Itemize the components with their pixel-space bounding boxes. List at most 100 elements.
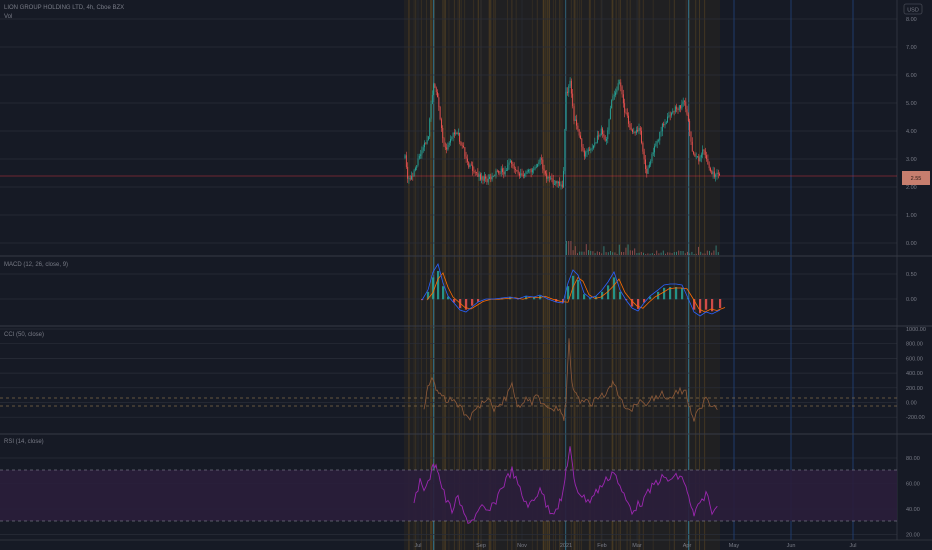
- price-axis-label: 0.00: [906, 401, 917, 407]
- highlight-bar: [652, 0, 654, 550]
- price-axis-label: 20.00: [906, 533, 920, 539]
- candle-body: [516, 170, 518, 171]
- candle-body: [706, 155, 707, 159]
- candle-body: [686, 109, 688, 115]
- candle-body: [590, 149, 592, 151]
- rsi-title[interactable]: RSI (14, close): [4, 439, 44, 445]
- candle-body: [551, 177, 553, 180]
- highlight-bar: [573, 0, 575, 550]
- volume-bar: [693, 254, 695, 255]
- trading-chart[interactable]: 2.55 8.00 7.00 6.00 5.00 4.00 3.00 2.00 1.00 0.0…: [0, 0, 932, 550]
- candle-body: [585, 152, 587, 157]
- candle-body: [715, 174, 717, 177]
- cci-title[interactable]: CCI (50, close): [4, 332, 44, 338]
- highlight-bar: [536, 0, 538, 550]
- volume-bar: [717, 252, 719, 255]
- highlight-bar: [545, 0, 546, 550]
- volume-bar: [579, 251, 581, 255]
- time-axis-label: Jul: [414, 543, 421, 549]
- candle-body: [493, 175, 494, 177]
- time-axis-label: Nov: [517, 543, 527, 549]
- candle-body: [495, 170, 497, 176]
- candle-body: [660, 131, 662, 133]
- volume-bar: [570, 241, 572, 255]
- candle-body: [537, 164, 538, 167]
- price-axis-label: 2.00: [906, 185, 917, 191]
- candle-body: [611, 100, 613, 109]
- candle-body: [465, 156, 467, 159]
- symbol-title[interactable]: LION GROUP HOLDING LTD, 4h, Cboe BZX: [4, 5, 124, 11]
- candle-body: [461, 145, 463, 146]
- candle-body: [548, 177, 550, 178]
- volume-bar: [700, 251, 702, 255]
- highlight-bar: [637, 0, 639, 550]
- volume-bar: [605, 252, 607, 255]
- candle-body: [612, 96, 614, 101]
- highlight-bar: [615, 0, 617, 550]
- candle-body: [716, 172, 718, 175]
- volume-bar: [610, 251, 611, 255]
- candle-body: [564, 129, 566, 171]
- volume-bar: [643, 252, 644, 255]
- candle-body: [534, 167, 536, 170]
- volume-bar: [601, 253, 603, 255]
- candle-body: [595, 142, 597, 144]
- candle-body: [576, 119, 577, 126]
- candle-body: [608, 119, 610, 131]
- price-axis-label: 60.00: [906, 482, 920, 488]
- candle-body: [677, 109, 679, 110]
- candle-body: [574, 119, 576, 121]
- candle-body: [693, 151, 694, 154]
- highlight-bar: [559, 0, 560, 550]
- highlight-bar: [413, 0, 415, 550]
- candle-body: [665, 122, 667, 124]
- candle-body: [517, 170, 519, 174]
- candle-body: [663, 123, 665, 126]
- volume-bar: [645, 253, 647, 255]
- volume-bar: [592, 251, 594, 255]
- candle-body: [504, 170, 506, 175]
- candle-body: [704, 150, 706, 156]
- candle-body: [634, 131, 636, 134]
- candle-body: [603, 134, 605, 137]
- volume-bar: [704, 253, 706, 255]
- candle-body: [444, 146, 446, 148]
- candle-body: [648, 164, 650, 168]
- volume-bar: [629, 250, 631, 255]
- candle-body: [628, 115, 629, 124]
- candle-body: [422, 147, 424, 151]
- candle-body: [478, 174, 480, 177]
- volume-bar: [638, 252, 640, 255]
- candle-body: [520, 173, 522, 176]
- highlight-bar: [704, 0, 705, 550]
- time-axis-label: Feb: [597, 543, 606, 549]
- highlight-bar: [445, 0, 446, 550]
- price-axis-label: 8.00: [906, 17, 917, 23]
- candle-body: [524, 174, 526, 177]
- macd-title[interactable]: MACD (12, 26, close, 9): [4, 262, 68, 268]
- highlight-bar: [489, 0, 491, 550]
- highlight-bars: [404, 0, 720, 550]
- candle-body: [684, 101, 685, 102]
- highlight-bar: [543, 0, 545, 550]
- candle-body: [561, 184, 563, 188]
- candle-body: [522, 175, 524, 177]
- candle-body: [448, 142, 450, 145]
- candle-body: [687, 114, 689, 121]
- volume-bar: [711, 252, 713, 255]
- volume-bar: [649, 253, 651, 255]
- volume-bar: [706, 250, 708, 255]
- candle-body: [668, 115, 670, 117]
- macd-histogram-bar: [577, 279, 580, 300]
- candle-body: [637, 129, 639, 132]
- candle-body: [421, 150, 423, 155]
- candle-body: [589, 149, 590, 151]
- volume-bar: [590, 250, 592, 255]
- price-axis-label: 1000.00: [906, 327, 926, 333]
- time-axis[interactable]: Jul Sep Nov 2021 Feb Mar Apr May Jun Jul: [414, 543, 856, 549]
- highlight-bar: [669, 0, 671, 550]
- highlight-bar: [600, 0, 602, 550]
- candle-body: [698, 156, 700, 162]
- candle-body: [629, 123, 631, 128]
- price-axis-label: 5.00: [906, 101, 917, 107]
